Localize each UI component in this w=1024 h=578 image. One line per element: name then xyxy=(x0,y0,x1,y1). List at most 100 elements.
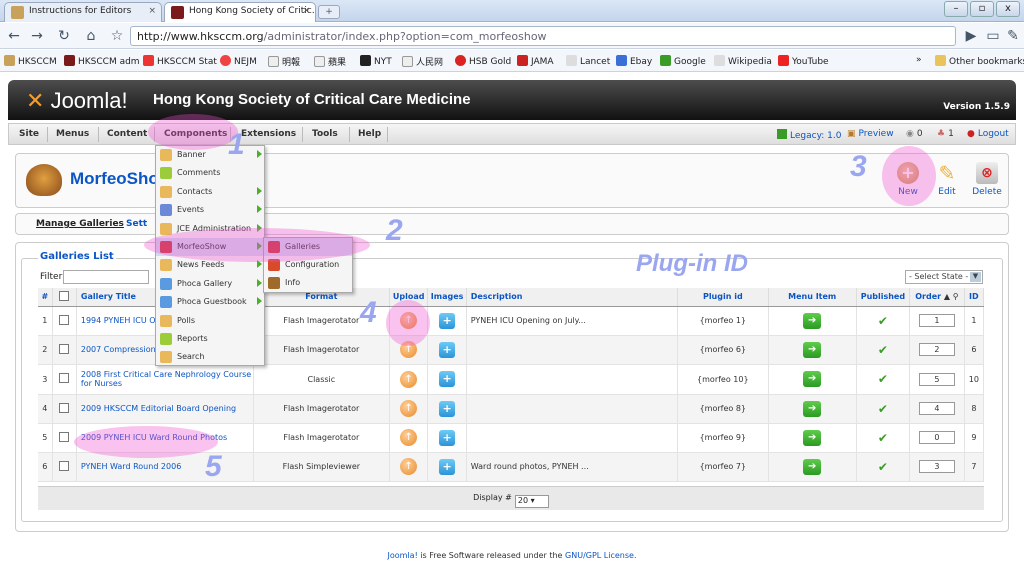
gallery-title-link[interactable]: 2008 First Critical Care Nephrology Cour… xyxy=(81,370,251,388)
menu-item-phoca-guestbook[interactable]: Phoca Guestbook xyxy=(156,293,266,311)
gallery-title-link[interactable]: 1994 PYNEH ICU O xyxy=(81,316,156,325)
upload-icon[interactable]: ↑ xyxy=(400,400,418,417)
order-input[interactable]: 0 xyxy=(918,431,955,444)
bookmark-item[interactable]: 人民网 xyxy=(402,55,443,68)
order-input[interactable]: 3 xyxy=(918,460,955,473)
menu-content[interactable]: Content xyxy=(107,129,147,139)
address-bar[interactable]: http://www.hksccm.org/administrator/inde… xyxy=(130,26,956,46)
browser-tab-hksccm[interactable]: Hong Kong Society of Critic… × xyxy=(164,2,316,22)
row-checkbox[interactable] xyxy=(59,343,70,354)
order-input[interactable]: 2 xyxy=(918,343,955,356)
close-window-button[interactable]: x xyxy=(996,1,1020,17)
bookmark-item[interactable]: 蘋果 xyxy=(314,55,346,68)
close-tab-icon[interactable]: × xyxy=(302,6,310,16)
menu-help[interactable]: Help xyxy=(358,129,381,139)
forward-icon[interactable]: → xyxy=(28,27,46,45)
published-check-icon[interactable]: ✔ xyxy=(878,372,888,386)
upload-icon[interactable]: ↑ xyxy=(400,429,418,446)
menu-item-phoca-gallery[interactable]: Phoca Gallery xyxy=(156,275,266,293)
bookmark-item[interactable]: JAMA xyxy=(517,55,554,67)
images-icon[interactable]: + xyxy=(439,429,456,446)
bookmark-item[interactable]: Lancet xyxy=(566,55,610,67)
preview-link[interactable]: ▣ Preview xyxy=(847,129,894,139)
legacy-link[interactable]: Legacy: 1.0 xyxy=(777,129,841,141)
bookmark-item[interactable]: HKSCCM Stat xyxy=(143,55,217,67)
gpl-license-link[interactable]: GNU/GPL License xyxy=(565,551,634,560)
col-published[interactable]: Published xyxy=(856,288,911,307)
maximize-button[interactable]: ▫ xyxy=(970,1,994,17)
home-icon[interactable]: ⌂ xyxy=(82,27,100,45)
menu-item-arrow-icon[interactable]: ➔ xyxy=(803,371,822,387)
settings-link[interactable]: Sett xyxy=(126,219,147,229)
menu-item-arrow-icon[interactable]: ➔ xyxy=(803,312,822,329)
close-tab-icon[interactable]: × xyxy=(148,6,156,16)
images-icon[interactable]: + xyxy=(439,458,456,475)
select-all-checkbox[interactable] xyxy=(59,290,70,301)
menu-site[interactable]: Site xyxy=(19,129,39,139)
back-icon[interactable]: ← xyxy=(5,27,23,45)
row-checkbox[interactable] xyxy=(59,431,70,442)
wrench-icon[interactable]: ✎ xyxy=(1004,27,1022,45)
published-check-icon[interactable]: ✔ xyxy=(878,343,888,357)
page-menu-icon[interactable]: ▭ xyxy=(984,27,1002,45)
menu-item-reports[interactable]: Reports xyxy=(156,330,266,348)
menu-menus[interactable]: Menus xyxy=(56,129,89,139)
published-check-icon[interactable]: ✔ xyxy=(878,431,888,445)
upload-icon[interactable]: ↑ xyxy=(400,370,418,388)
images-icon[interactable]: + xyxy=(439,341,456,358)
images-icon[interactable]: + xyxy=(439,400,456,417)
col-order[interactable]: Order ▲ ⚲ xyxy=(909,288,965,307)
published-check-icon[interactable]: ✔ xyxy=(878,402,888,416)
menu-item-comments[interactable]: Comments xyxy=(156,164,266,182)
menu-item-events[interactable]: Events xyxy=(156,201,266,219)
published-check-icon[interactable]: ✔ xyxy=(878,460,888,474)
bookmark-item[interactable]: HKSCCM xyxy=(4,55,57,67)
menu-extensions[interactable]: Extensions xyxy=(241,129,296,139)
browser-tab-instructions[interactable]: Instructions for Editors × xyxy=(4,2,162,22)
manage-galleries-link[interactable]: Manage Galleries xyxy=(36,219,124,229)
minimize-button[interactable]: – xyxy=(944,1,968,17)
menu-item-info[interactable]: Info xyxy=(264,274,352,292)
bookmark-item[interactable]: Google xyxy=(660,55,706,67)
gallery-title-link[interactable]: 2009 HKSCCM Editorial Board Opening xyxy=(81,404,236,413)
bookmark-item[interactable]: NYT xyxy=(360,55,392,67)
col-check[interactable] xyxy=(52,288,77,307)
users-count[interactable]: ♣ 1 xyxy=(937,129,954,139)
row-checkbox[interactable] xyxy=(59,460,70,471)
bookmark-item[interactable]: 明報 xyxy=(268,55,300,68)
menu-item-arrow-icon[interactable]: ➔ xyxy=(803,429,822,446)
bookmark-item[interactable]: Ebay xyxy=(616,55,652,67)
order-input[interactable]: 5 xyxy=(918,372,955,386)
joomla-link[interactable]: Joomla! xyxy=(388,551,418,560)
bookmark-item[interactable]: Wikipedia xyxy=(714,55,772,67)
bookmark-item[interactable]: HKSCCM adm xyxy=(64,55,140,67)
filter-input[interactable] xyxy=(63,270,149,284)
menu-item-banner[interactable]: Banner xyxy=(156,146,266,164)
menu-item-contacts[interactable]: Contacts xyxy=(156,183,266,201)
new-tab-button[interactable]: + xyxy=(318,5,340,19)
other-bookmarks[interactable]: Other bookmarks xyxy=(935,55,1024,67)
order-input[interactable]: 4 xyxy=(918,402,955,415)
menu-item-arrow-icon[interactable]: ➔ xyxy=(803,400,822,417)
upload-icon[interactable]: ↑ xyxy=(400,458,418,475)
menu-item-polls[interactable]: Polls xyxy=(156,312,266,330)
bookmark-item[interactable]: YouTube xyxy=(778,55,829,67)
gallery-title-link[interactable]: 2007 Compression xyxy=(81,345,156,354)
delete-button[interactable]: ⊗ Delete xyxy=(967,162,1007,197)
images-icon[interactable]: + xyxy=(439,371,456,387)
col-description[interactable]: Description xyxy=(466,288,678,307)
row-checkbox[interactable] xyxy=(59,373,70,383)
logout-link[interactable]: ● Logout xyxy=(967,129,1009,139)
bookmark-item[interactable]: NEJM xyxy=(220,55,257,67)
star-icon[interactable]: ☆ xyxy=(108,27,126,45)
menu-item-arrow-icon[interactable]: ➔ xyxy=(803,341,822,358)
reload-icon[interactable]: ↻ xyxy=(55,27,73,45)
col-id[interactable]: ID xyxy=(964,288,985,307)
messages-count[interactable]: ◉ 0 xyxy=(906,129,923,139)
menu-item-search[interactable]: Search xyxy=(156,348,266,366)
menu-item-arrow-icon[interactable]: ➔ xyxy=(803,458,822,475)
state-select[interactable]: - Select State - ▼ xyxy=(905,270,983,284)
row-checkbox[interactable] xyxy=(59,314,70,325)
images-icon[interactable]: + xyxy=(439,312,456,329)
published-check-icon[interactable]: ✔ xyxy=(878,314,888,328)
